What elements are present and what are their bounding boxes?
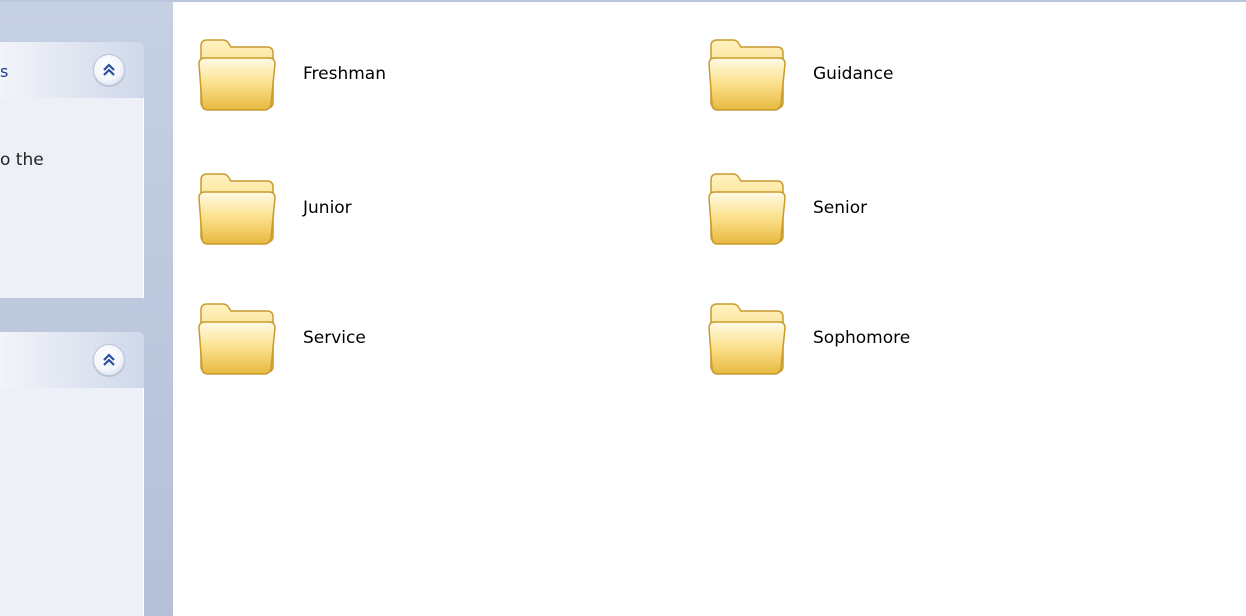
folder-item-junior[interactable]: Junior <box>195 168 352 248</box>
folder-name: Sophomore <box>813 328 911 348</box>
folder-name: Service <box>303 328 366 348</box>
folder-view: Freshman Guidance Junior Senior Service <box>173 2 1246 616</box>
folder-icon <box>198 39 276 111</box>
folder-name: Guidance <box>813 64 894 84</box>
folder-name: Junior <box>303 198 352 218</box>
folder-icon <box>198 173 276 245</box>
chevron-up-double-icon <box>103 353 115 366</box>
folder-name: Freshman <box>303 64 386 84</box>
folder-icon <box>708 39 786 111</box>
folder-item-guidance[interactable]: Guidance <box>705 34 893 114</box>
task-panel-1: s o the <box>0 42 144 298</box>
folder-icon <box>708 173 786 245</box>
folder-item-senior[interactable]: Senior <box>705 168 867 248</box>
folder-icon <box>708 303 786 375</box>
folder-item-freshman[interactable]: Freshman <box>195 34 386 114</box>
folder-item-sophomore[interactable]: Sophomore <box>705 298 910 378</box>
collapse-button[interactable] <box>93 344 125 376</box>
task-panel-title: s <box>0 62 9 81</box>
collapse-button[interactable] <box>93 54 125 86</box>
folder-icon <box>198 303 276 375</box>
task-panel-header[interactable]: s <box>0 42 144 98</box>
task-panel-header[interactable] <box>0 332 144 388</box>
task-panel-link-text[interactable]: o the <box>0 150 44 170</box>
task-pane: s o the <box>0 2 173 616</box>
task-panel-body <box>0 388 144 616</box>
task-panel-body: o the <box>0 98 144 298</box>
folder-item-service[interactable]: Service <box>195 298 366 378</box>
chevron-up-double-icon <box>103 63 115 76</box>
task-panel-2 <box>0 332 144 616</box>
folder-name: Senior <box>813 198 868 218</box>
